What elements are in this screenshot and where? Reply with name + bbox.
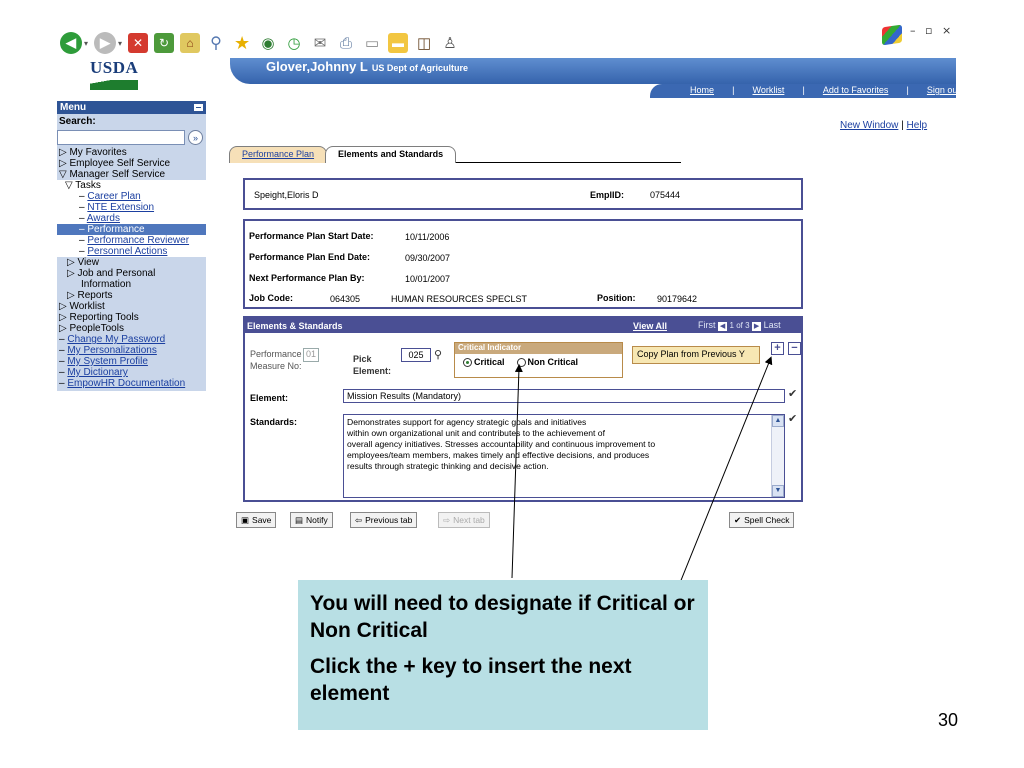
- page-number: 30: [938, 710, 959, 730]
- callout-critical-text: You will need to designate if Critical o…: [310, 592, 695, 642]
- callout-plus-text: Click the + key to insert the next eleme…: [310, 655, 632, 705]
- arrow-to-critical: [511, 364, 523, 579]
- instruction-callout: You will need to designate if Critical o…: [298, 580, 708, 730]
